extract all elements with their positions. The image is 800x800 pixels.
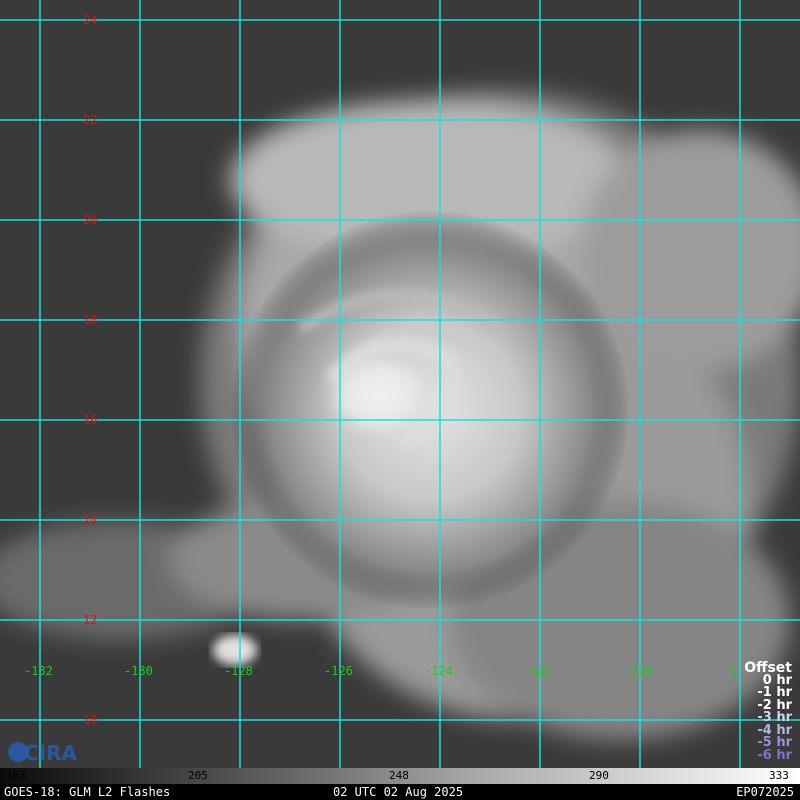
colorbar-tick: 248 bbox=[389, 769, 409, 782]
cira-logo: CIRA bbox=[8, 741, 76, 765]
longitude-label: -128 bbox=[224, 664, 253, 678]
latitude-label: 20 bbox=[83, 213, 97, 227]
footer-bar: GOES-18: GLM L2 Flashes 02 UTC 02 Aug 20… bbox=[0, 784, 800, 800]
longitude-label: -132 bbox=[24, 664, 53, 678]
offset-legend: Offset 0 hr -1 hr -2 hr -3 hr -4 hr -5 h… bbox=[744, 661, 792, 763]
latitude-label: 14 bbox=[83, 513, 97, 527]
latitude-label: 10 bbox=[83, 713, 97, 727]
storm-core bbox=[230, 210, 630, 610]
latitude-label: 18 bbox=[83, 313, 97, 327]
small-cloud-cell bbox=[213, 635, 257, 665]
longitude-label: -120 bbox=[624, 664, 653, 678]
latitude-label: 16 bbox=[83, 413, 97, 427]
latitude-label: 12 bbox=[83, 613, 97, 627]
colorbar-tick: 333 bbox=[769, 769, 789, 782]
latitude-label: 24 bbox=[83, 13, 97, 27]
longitude-label: -124 bbox=[424, 664, 453, 678]
satellite-map: 24 22 20 18 16 14 12 10 -132 -130 -128 -126 -124 -12… bbox=[0, 0, 800, 768]
cira-logo-text: CIRA bbox=[24, 741, 76, 765]
timestamp: 02 UTC 02 Aug 2025 bbox=[333, 785, 464, 799]
longitude-label: -1 bbox=[724, 664, 738, 678]
legend-row: -6 hr bbox=[757, 747, 792, 763]
colorbar-tick: 205 bbox=[188, 769, 208, 782]
storm-id: EP072025 bbox=[736, 785, 794, 799]
satellite-product: GOES-18: GLM L2 Flashes bbox=[4, 785, 171, 799]
colorbar-tick: 290 bbox=[589, 769, 609, 782]
latitude-label: 22 bbox=[83, 113, 97, 127]
longitude-label: -130 bbox=[124, 664, 153, 678]
longitude-label: -122 bbox=[524, 664, 553, 678]
longitude-label: -126 bbox=[324, 664, 353, 678]
colorbar-tick: 163 bbox=[6, 769, 26, 782]
